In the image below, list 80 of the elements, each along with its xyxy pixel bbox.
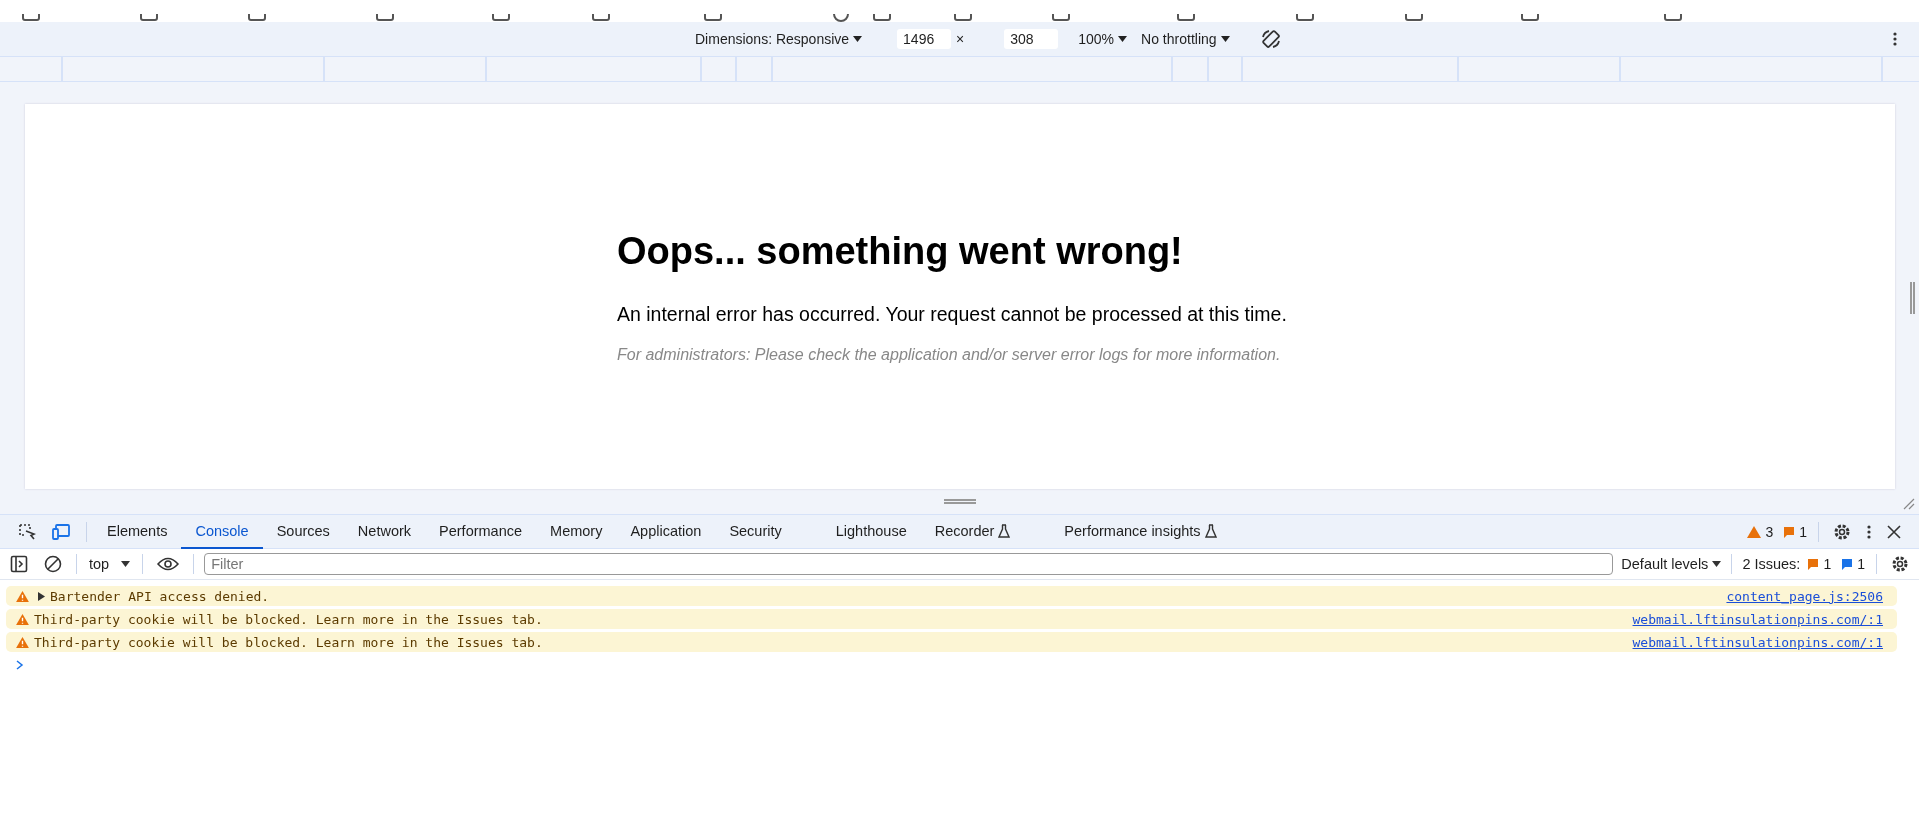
source-link[interactable]: webmail.lftinsulationpins.com/:1 <box>1632 611 1883 627</box>
folder-icon[interactable] <box>22 14 40 22</box>
inspect-icon[interactable] <box>18 522 36 541</box>
warnings-counter[interactable]: 3 <box>1747 523 1774 540</box>
resize-handle[interactable] <box>944 499 976 504</box>
warning-icon <box>16 636 29 648</box>
globe-icon[interactable] <box>833 14 849 22</box>
folder-icon[interactable] <box>873 14 891 22</box>
caret-icon <box>1220 36 1230 42</box>
expand-arrow-icon[interactable] <box>38 591 45 601</box>
devtools-tab[interactable]: Application <box>616 514 716 549</box>
devtools-tab[interactable]: Sources <box>262 514 344 549</box>
sidebar-toggle-icon[interactable] <box>10 555 28 573</box>
more-options-icon[interactable] <box>1867 524 1871 539</box>
devtools-tab[interactable]: Performance <box>425 514 537 549</box>
resize-handle[interactable] <box>1910 282 1915 314</box>
devtools-tab[interactable]: Memory <box>536 514 617 549</box>
message-text: Third-party cookie will be blocked. Learn more in the Issues tab. <box>34 611 543 627</box>
errors-counter[interactable]: 1 <box>1783 523 1807 540</box>
dimensions-dropdown[interactable]: Dimensions: Responsive <box>695 31 863 47</box>
folder-icon[interactable] <box>140 14 158 22</box>
issue-icon <box>1783 525 1796 538</box>
folder-icon[interactable] <box>248 14 266 22</box>
issue-errors-counter[interactable]: 1 <box>1807 556 1832 572</box>
folder-icon[interactable] <box>1521 14 1539 22</box>
devtools-tab[interactable]: Recorder <box>920 514 1025 549</box>
close-icon[interactable] <box>1887 524 1901 539</box>
flask-icon <box>1204 523 1217 538</box>
context-dropdown[interactable]: top <box>83 556 137 572</box>
settings-icon[interactable] <box>1891 555 1909 573</box>
flask-icon <box>998 523 1011 538</box>
caret-icon <box>1118 36 1128 42</box>
admin-note: For administrators: Please check the application and/or server error logs for more information. <box>617 345 1282 364</box>
rotate-icon[interactable] <box>1259 28 1282 50</box>
issue-info-counter[interactable]: 1 <box>1841 556 1865 572</box>
resize-corner-icon[interactable] <box>1903 498 1915 510</box>
warning-icon <box>16 590 29 602</box>
folder-icon[interactable] <box>1177 14 1195 22</box>
info-message-icon <box>1841 558 1854 570</box>
eye-icon[interactable] <box>157 557 180 571</box>
caret-icon <box>853 36 863 42</box>
issue-icon <box>1807 558 1820 570</box>
issues-label[interactable]: 2 Issues: <box>1742 556 1801 572</box>
clear-console-icon[interactable] <box>44 555 62 573</box>
log-levels-dropdown[interactable]: Default levels <box>1621 556 1722 572</box>
times-sign: × <box>956 31 965 47</box>
warning-icon <box>1747 525 1762 538</box>
devtools-tab[interactable]: Console <box>181 514 263 549</box>
prompt-icon[interactable] <box>16 660 24 670</box>
error-message: An internal error has occurred. Your request cannot be processed at this time. <box>617 302 1287 326</box>
folder-icon[interactable] <box>704 14 722 22</box>
zoom-dropdown[interactable]: 100% <box>1078 31 1128 47</box>
devtools-tab[interactable]: Elements <box>93 514 182 549</box>
caret-icon <box>1712 561 1722 567</box>
source-link[interactable]: content_page.js:2506 <box>1726 588 1883 604</box>
error-heading: Oops... something went wrong! <box>617 229 1184 273</box>
devtools-tab[interactable]: Performance insights <box>1050 514 1231 549</box>
folder-icon[interactable] <box>592 14 610 22</box>
height-field[interactable]: 308 <box>1004 29 1059 49</box>
devtools-tab[interactable]: Security <box>715 514 796 549</box>
message-text: Third-party cookie will be blocked. Learn more in the Issues tab. <box>34 634 543 650</box>
folder-icon[interactable] <box>376 14 394 22</box>
settings-icon[interactable] <box>1833 522 1851 541</box>
folder-icon[interactable] <box>1052 14 1070 22</box>
throttling-dropdown[interactable]: No throttling <box>1141 31 1230 47</box>
devtools-tab[interactable]: Lighthouse <box>821 514 921 549</box>
folder-icon[interactable] <box>1405 14 1423 22</box>
folder-icon[interactable] <box>954 14 972 22</box>
device-toggle-icon[interactable] <box>52 522 72 541</box>
width-field[interactable]: 1496 <box>897 29 952 49</box>
folder-icon[interactable] <box>1664 14 1682 22</box>
devtools-tab[interactable]: Network <box>343 514 426 549</box>
caret-icon <box>121 561 131 567</box>
folder-icon[interactable] <box>492 14 510 22</box>
warning-icon <box>16 613 29 625</box>
folder-icon[interactable] <box>1296 14 1314 22</box>
message-text: Bartender API access denied. <box>50 588 270 604</box>
more-options-icon[interactable] <box>1893 32 1897 46</box>
filter-field[interactable]: Filter <box>204 553 1614 575</box>
source-link[interactable]: webmail.lftinsulationpins.com/:1 <box>1632 634 1883 650</box>
